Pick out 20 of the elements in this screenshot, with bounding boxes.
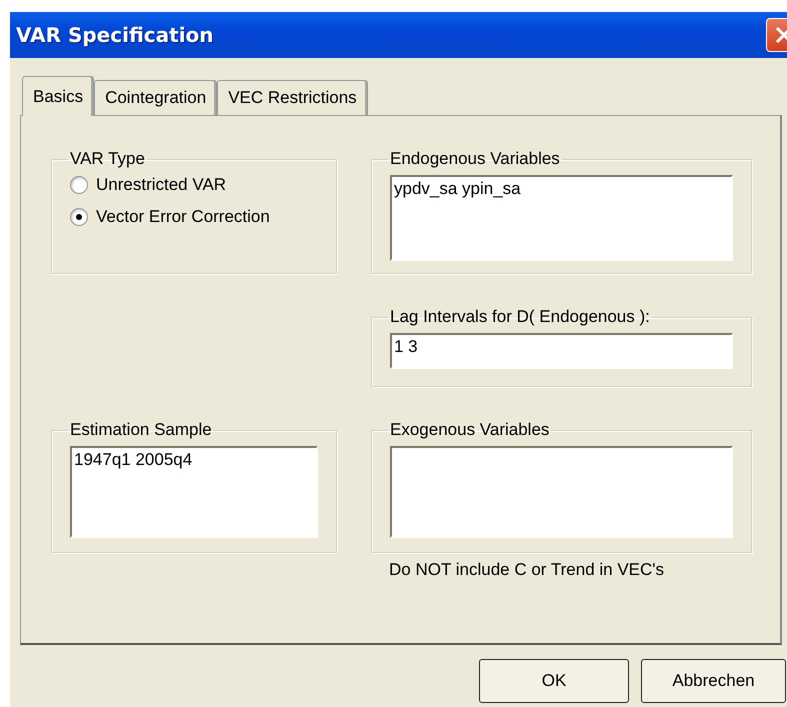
radio-label[interactable]: Unrestricted VAR — [96, 175, 226, 195]
exogenous-field[interactable] — [390, 446, 733, 538]
tab[interactable]: Basics — [22, 76, 94, 116]
group-label: VAR Type — [69, 149, 146, 169]
radio-label[interactable]: Vector Error Correction — [96, 207, 270, 227]
group-label: Estimation Sample — [69, 420, 213, 440]
estimation-sample-field[interactable]: 1947q1 2005q4 — [70, 446, 318, 538]
hint-text: Do NOT include C or Trend in VEC's — [388, 560, 666, 581]
endogenous-field[interactable]: ypdv_sa ypin_sa — [390, 175, 733, 261]
tab[interactable]: Cointegration — [94, 80, 218, 115]
lag-intervals-field[interactable]: 1 3 — [390, 333, 733, 369]
cancel-button[interactable]: Abbrechen — [641, 659, 786, 703]
tab[interactable]: VEC Restrictions — [217, 80, 368, 115]
group-label: Lag Intervals for D( Endogenous ): — [389, 307, 651, 327]
ok-button[interactable]: OK — [479, 659, 629, 703]
radio-button[interactable] — [70, 208, 88, 226]
group-label: Endogenous Variables — [389, 149, 561, 169]
group-label: Exogenous Variables — [389, 420, 550, 440]
window-title: VAR Specification — [16, 23, 214, 47]
radio-button[interactable] — [70, 176, 88, 194]
